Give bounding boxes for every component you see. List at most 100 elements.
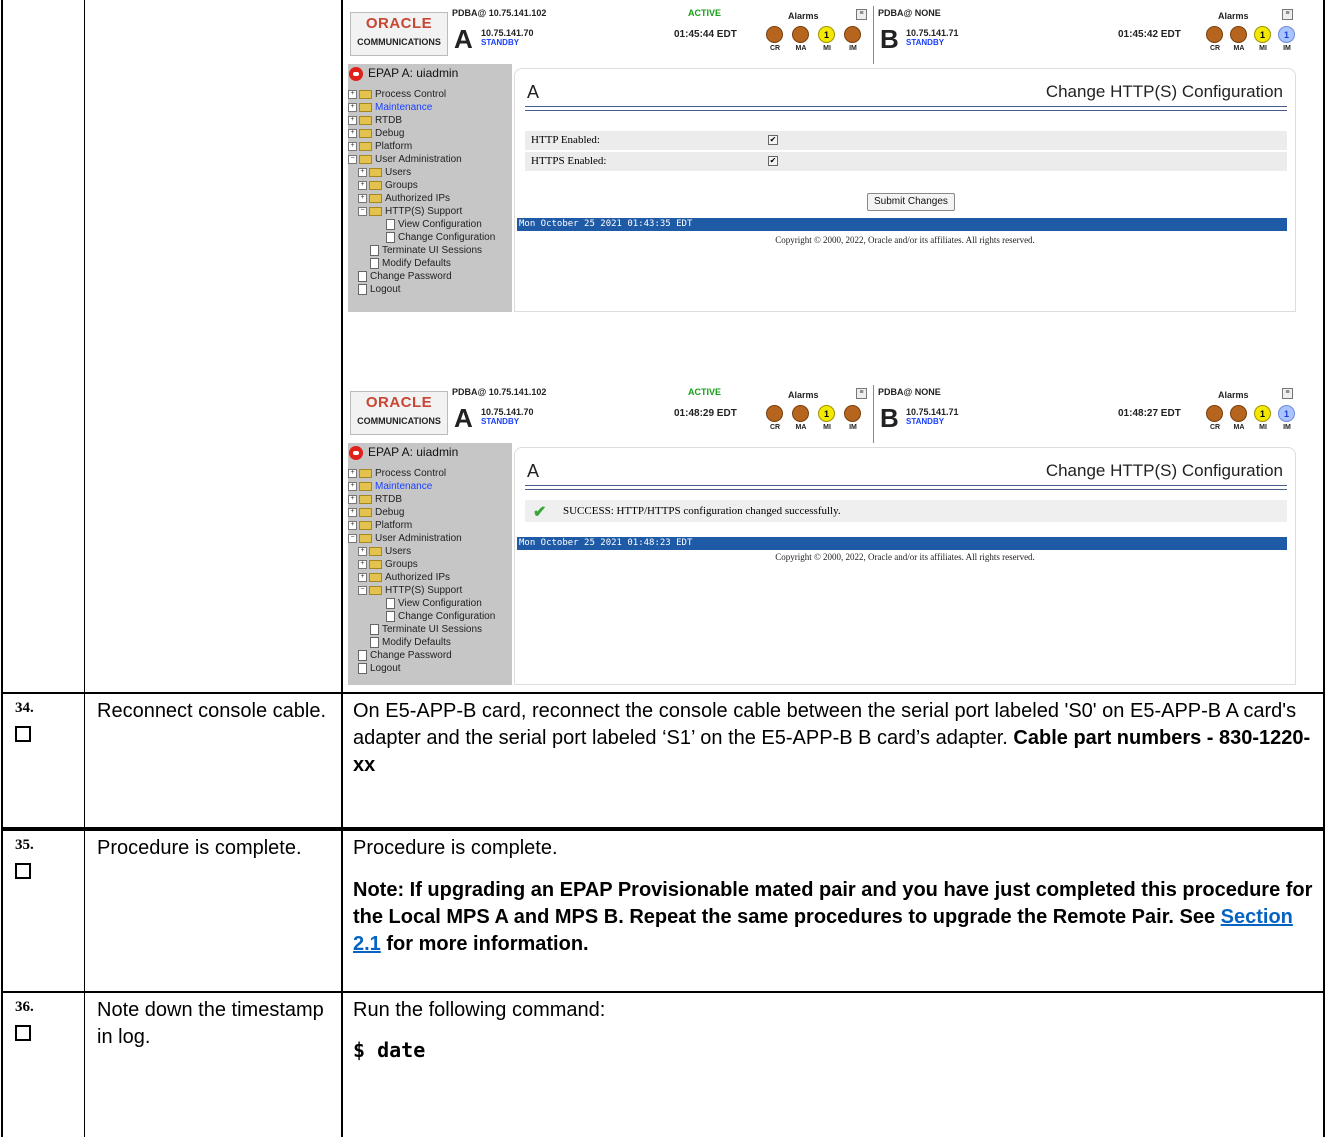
menu-item-terminate-ui-sessions[interactable]: Terminate UI Sessions (370, 244, 482, 257)
minor-alarm-icon[interactable]: 1 (1254, 405, 1271, 422)
collapse-icon[interactable]: − (358, 206, 367, 216)
critical-alarm-icon[interactable] (1206, 26, 1223, 43)
menu-item-user-administration[interactable]: − User Administration (348, 153, 462, 166)
step-checkbox[interactable] (15, 1025, 31, 1041)
https-enabled-checkbox[interactable]: ✔ (768, 156, 778, 166)
step-name-cell: Procedure is complete. (85, 831, 343, 991)
submit-changes-button[interactable]: Submit Changes (867, 193, 955, 211)
server-b-ip: 10.75.141.71 (906, 407, 959, 417)
alarms-label-b: Alarms (1218, 390, 1249, 400)
menu-item-rtdb[interactable]: + RTDB (348, 114, 402, 127)
expand-icon[interactable]: ≡ (856, 388, 867, 399)
expand-icon[interactable]: + (358, 193, 367, 203)
collapse-icon[interactable]: − (348, 533, 357, 543)
menu-item-process-control[interactable]: + Process Control (348, 467, 446, 480)
major-alarm-icon[interactable] (792, 405, 809, 422)
menu-item-modify-defaults[interactable]: Modify Defaults (370, 636, 451, 649)
oracle-logo: ORACLE COMMUNICATIONS (350, 12, 448, 56)
step-checkbox[interactable] (15, 863, 31, 879)
expand-icon[interactable]: + (348, 507, 357, 517)
menu-item-change-configuration[interactable]: Change Configuration (386, 231, 495, 244)
expand-icon[interactable]: ≡ (1282, 9, 1293, 20)
collapse-icon[interactable]: − (348, 154, 357, 164)
server-b-clock: 01:48:27 EDT (1118, 408, 1181, 419)
menu-item-change-configuration[interactable]: Change Configuration (386, 610, 495, 623)
table-row: 35. Procedure is complete. Procedure is … (1, 831, 1325, 991)
folder-icon (359, 115, 372, 125)
critical-alarm-icon[interactable] (766, 26, 783, 43)
menu-item-platform[interactable]: + Platform (348, 519, 412, 532)
alarm-label-ma: MA (1233, 424, 1245, 431)
folder-icon (369, 559, 382, 569)
expand-icon[interactable]: + (348, 494, 357, 504)
collapse-icon[interactable]: − (358, 585, 367, 595)
expand-icon[interactable]: ≡ (856, 9, 867, 20)
expand-icon[interactable]: + (358, 559, 367, 569)
expand-icon[interactable]: + (348, 468, 357, 478)
minor-alarm-icon[interactable]: 1 (1254, 26, 1271, 43)
critical-alarm-icon[interactable] (1206, 405, 1223, 422)
page-icon (358, 649, 367, 661)
expand-icon[interactable]: + (348, 128, 357, 138)
expand-icon[interactable]: + (348, 481, 357, 491)
minor-alarm-icon[interactable]: 1 (818, 405, 835, 422)
menu-item-maintenance[interactable]: + Maintenance (348, 480, 432, 493)
menu-item-groups[interactable]: + Groups (358, 179, 418, 192)
menu-item-maintenance[interactable]: + Maintenance (348, 101, 432, 114)
menu-item-view-configuration[interactable]: View Configuration (386, 218, 482, 231)
menu-item-users[interactable]: + Users (358, 545, 411, 558)
major-alarm-icon[interactable] (792, 26, 809, 43)
menu-item-modify-defaults[interactable]: Modify Defaults (370, 257, 451, 270)
info-alarm-icon[interactable] (844, 405, 861, 422)
menu-item-https-support[interactable]: − HTTP(S) Support (358, 584, 462, 597)
expand-icon[interactable]: + (348, 141, 357, 151)
menu-item-logout[interactable]: Logout (358, 662, 401, 675)
major-alarm-icon[interactable] (1230, 405, 1247, 422)
menu-item-logout[interactable]: Logout (358, 283, 401, 296)
expand-icon[interactable]: + (358, 572, 367, 582)
alarm-label-im: IM (1283, 424, 1291, 431)
menu-item-user-administration[interactable]: − User Administration (348, 532, 462, 545)
http-enabled-checkbox[interactable]: ✔ (768, 135, 778, 145)
menu-item-process-control[interactable]: + Process Control (348, 88, 446, 101)
pdba-b: PDBA@ NONE (878, 8, 941, 18)
folder-icon (369, 193, 382, 203)
https-enabled-row: HTTPS Enabled: ✔ (525, 152, 1287, 171)
expand-icon[interactable]: + (348, 520, 357, 530)
info-alarm-icon[interactable]: 1 (1278, 26, 1295, 43)
critical-alarm-icon[interactable] (766, 405, 783, 422)
menu-item-change-password[interactable]: Change Password (358, 649, 452, 662)
menu-item-change-password[interactable]: Change Password (358, 270, 452, 283)
expand-icon[interactable]: + (348, 102, 357, 112)
menu-item-authorized-ips[interactable]: + Authorized IPs (358, 571, 450, 584)
menu-item-view-configuration[interactable]: View Configuration (386, 597, 482, 610)
folder-icon (359, 507, 372, 517)
menu-item-platform[interactable]: + Platform (348, 140, 412, 153)
checkmark-icon: ✔ (533, 504, 547, 521)
step-instructions: On E5-APP-B card, reconnect the console … (353, 698, 1313, 779)
info-alarm-icon[interactable] (844, 26, 861, 43)
menu-item-debug[interactable]: + Debug (348, 127, 404, 140)
menu-item-groups[interactable]: + Groups (358, 558, 418, 571)
folder-icon (359, 468, 372, 478)
expand-icon[interactable]: ≡ (1282, 388, 1293, 399)
menu-item-https-support[interactable]: − HTTP(S) Support (358, 205, 462, 218)
title-rule (525, 489, 1287, 490)
expand-icon[interactable]: + (358, 167, 367, 177)
menu-item-terminate-ui-sessions[interactable]: Terminate UI Sessions (370, 623, 482, 636)
menu-item-rtdb[interactable]: + RTDB (348, 493, 402, 506)
expand-icon[interactable]: + (358, 180, 367, 190)
menu-item-debug[interactable]: + Debug (348, 506, 404, 519)
step-checkbox[interactable] (15, 726, 31, 742)
step-number-cell: 35. (3, 831, 85, 991)
menu-item-authorized-ips[interactable]: + Authorized IPs (358, 192, 450, 205)
step-detail-cell: On E5-APP-B card, reconnect the console … (343, 694, 1323, 827)
expand-icon[interactable]: + (348, 89, 357, 99)
expand-icon[interactable]: + (348, 115, 357, 125)
expand-icon[interactable]: + (358, 546, 367, 556)
minor-alarm-icon[interactable]: 1 (818, 26, 835, 43)
info-alarm-icon[interactable]: 1 (1278, 405, 1295, 422)
menu-item-users[interactable]: + Users (358, 166, 411, 179)
major-alarm-icon[interactable] (1230, 26, 1247, 43)
logo-oracle-text: ORACLE (365, 394, 433, 411)
